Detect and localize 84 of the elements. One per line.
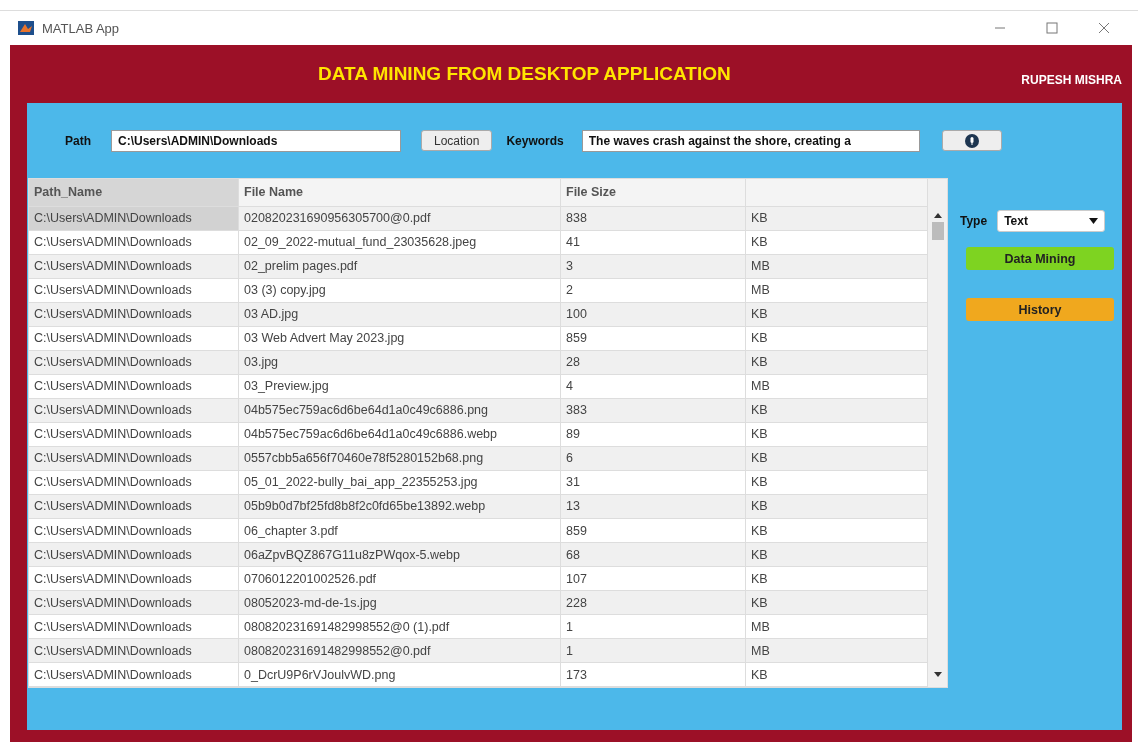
table-cell: 080820231691482998552@0 (1).pdf (239, 615, 561, 639)
table-cell[interactable]: C:\Users\ADMIN\Downloads (29, 591, 239, 615)
window-title: MATLAB App (42, 20, 121, 36)
scroll-down-icon[interactable] (933, 672, 942, 677)
app-title: DATA MINING FROM DESKTOP APPLICATION (318, 63, 731, 85)
table-cell[interactable]: C:\Users\ADMIN\Downloads (29, 543, 239, 567)
table-cell: 02_09_2022-mutual_fund_23035628.jpeg (239, 230, 561, 254)
table-cell: 05b9b0d7bf25fd8b8f2c0fd65be13892.webp (239, 495, 561, 518)
table-cell: 1 (561, 639, 746, 663)
table-cell: 0_DcrU9P6rVJoulvWD.png (239, 663, 561, 687)
table-cell[interactable]: C:\Users\ADMIN\Downloads (29, 230, 239, 254)
maximize-icon (1046, 22, 1058, 34)
table-cell[interactable]: C:\Users\ADMIN\Downloads (29, 422, 239, 446)
table-cell: 6 (561, 446, 746, 470)
table-cell[interactable]: C:\Users\ADMIN\Downloads (29, 663, 239, 687)
table-cell[interactable]: C:\Users\ADMIN\Downloads (29, 398, 239, 422)
table-cell: 68 (561, 543, 746, 567)
table-cell[interactable]: C:\Users\ADMIN\Downloads (29, 254, 239, 278)
table-cell: 28 (561, 350, 746, 374)
close-icon (1098, 22, 1110, 34)
table-cell: 2 (561, 278, 746, 302)
table-cell: 4 (561, 374, 746, 398)
author-name: RUPESH MISHRA (1021, 73, 1122, 87)
path-label: Path (65, 133, 91, 148)
table-cell: 0557cbb5a656f70460e78f5280152b68.png (239, 446, 561, 470)
microphone-button[interactable] (941, 130, 1002, 151)
type-label: Type (960, 214, 988, 228)
table-cell: 03_Preview.jpg (239, 374, 561, 398)
column-header[interactable]: File Size (561, 179, 746, 206)
location-button[interactable]: Location (421, 130, 493, 151)
table-cell: 03 (3) copy.jpg (239, 278, 561, 302)
table-cell[interactable]: C:\Users\ADMIN\Downloads (29, 302, 239, 326)
type-dropdown[interactable]: Text (997, 210, 1106, 232)
microphone-icon (964, 133, 979, 148)
path-field[interactable]: C:\Users\ADMIN\Downloads (111, 129, 401, 152)
table-cell: 107 (561, 567, 746, 591)
table-cell[interactable]: C:\Users\ADMIN\Downloads (29, 639, 239, 663)
keywords-field[interactable]: The waves crash against the shore, creating a (581, 129, 920, 152)
table-cell[interactable]: C:\Users\ADMIN\Downloads (29, 326, 239, 350)
table-cell[interactable]: C:\Users\ADMIN\Downloads (29, 446, 239, 470)
table-cell: 1 (561, 615, 746, 639)
table-cell: 06_chapter 3.pdf (239, 519, 561, 542)
table-cell: 173 (561, 663, 746, 687)
table-cell: 31 (561, 470, 746, 494)
table-cell[interactable]: C:\Users\ADMIN\Downloads (29, 374, 239, 398)
table-cell: 020820231690956305700@0.pdf (239, 206, 561, 230)
table-cell: 03 AD.jpg (239, 302, 561, 326)
history-button[interactable]: History (966, 298, 1114, 321)
table-cell[interactable]: C:\Users\ADMIN\Downloads (29, 278, 239, 302)
data-mining-button[interactable]: Data Mining (966, 247, 1114, 270)
table-cell[interactable]: C:\Users\ADMIN\Downloads (29, 519, 239, 542)
table-cell: 05_01_2022-bully_bai_app_22355253.jpg (239, 470, 561, 494)
table-cell: 0706012201002526.pdf (239, 567, 561, 591)
table-cell[interactable]: C:\Users\ADMIN\Downloads (29, 206, 239, 230)
scroll-up-icon[interactable] (933, 213, 942, 218)
table-cell: 02_prelim pages.pdf (239, 254, 561, 278)
table-cell: 06aZpvBQZ867G11u8zPWqox-5.webp (239, 543, 561, 567)
table-cell: 838 (561, 206, 746, 230)
table-cell: 04b575ec759ac6d6be64d1a0c49c6886.png (239, 398, 561, 422)
scroll-thumb[interactable] (931, 222, 944, 240)
keywords-label: Keywords (506, 133, 564, 148)
table-cell[interactable]: C:\Users\ADMIN\Downloads (29, 615, 239, 639)
caret-icon (1089, 218, 1099, 224)
table-cell: 080820231691482998552@0.pdf (239, 639, 561, 663)
app-icon (18, 21, 34, 35)
table-cell: 13 (561, 495, 746, 518)
table-cell: 03.jpg (239, 350, 561, 374)
table-cell[interactable]: C:\Users\ADMIN\Downloads (29, 470, 239, 494)
table-cell: 08052023-md-de-1s.jpg (239, 591, 561, 615)
table-cell: 859 (561, 519, 746, 542)
table-cell: 04b575ec759ac6d6be64d1a0c49c6886.webp (239, 422, 561, 446)
table-cell: 03 Web Advert May 2023.jpg (239, 326, 561, 350)
table-cell: 3 (561, 254, 746, 278)
table-cell: 100 (561, 302, 746, 326)
table-cell: 228 (561, 591, 746, 615)
table-cell: 41 (561, 230, 746, 254)
table-cell: 859 (561, 326, 746, 350)
table-cell: 89 (561, 422, 746, 446)
table-cell[interactable]: C:\Users\ADMIN\Downloads (29, 350, 239, 374)
table-cell: 383 (561, 398, 746, 422)
table-cell[interactable]: C:\Users\ADMIN\Downloads (29, 495, 239, 518)
table-cell[interactable]: C:\Users\ADMIN\Downloads (29, 567, 239, 591)
column-header[interactable]: Path_Name (29, 179, 239, 206)
column-header[interactable]: File Name (239, 179, 561, 206)
